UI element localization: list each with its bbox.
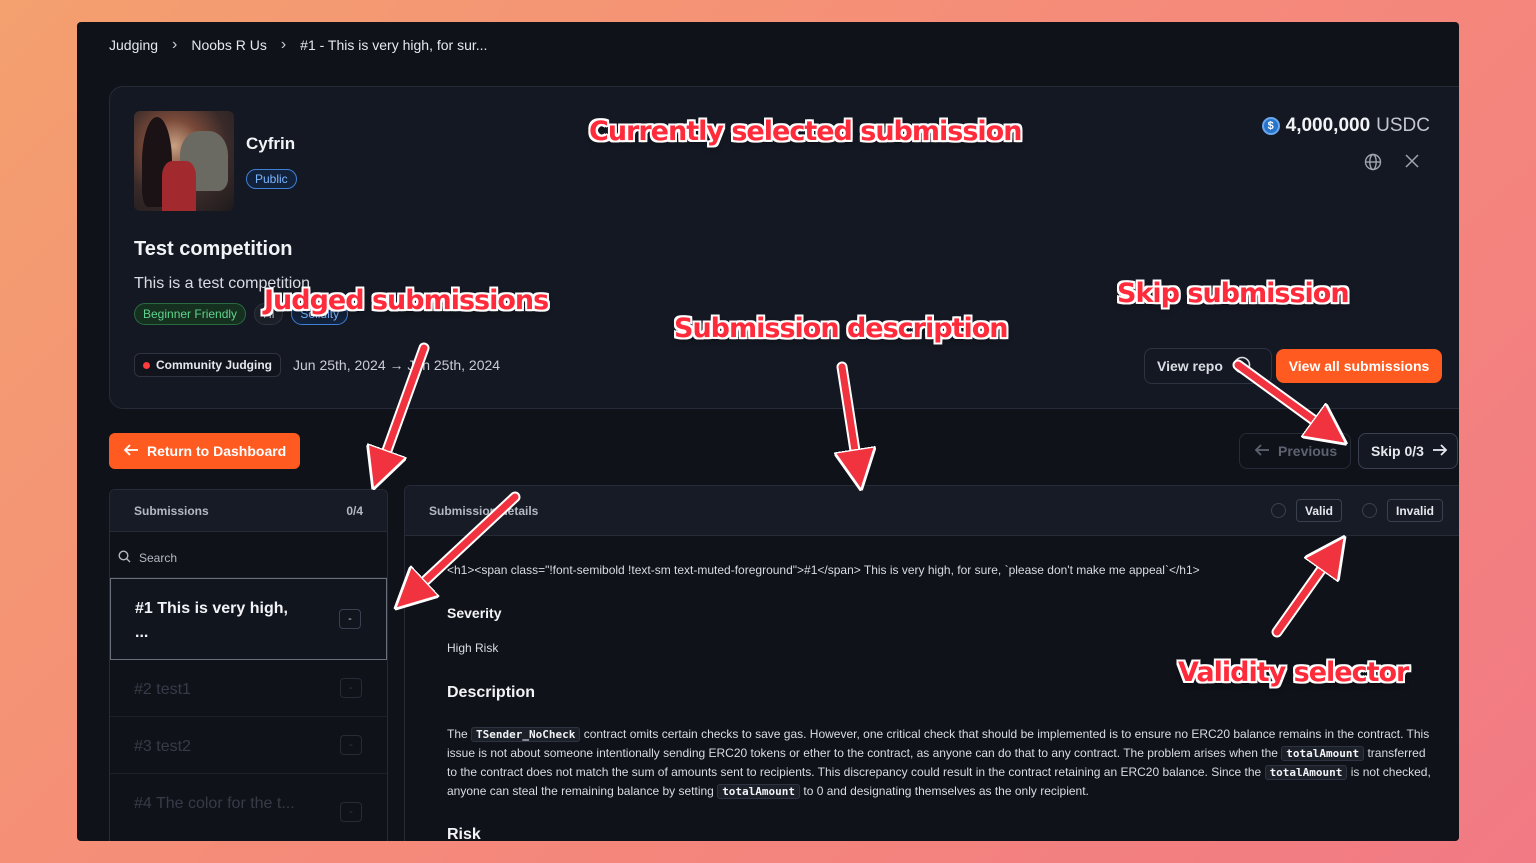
submission-title: #4 The color for the t...	[134, 795, 295, 812]
submission-status: -	[339, 609, 361, 629]
org-avatar	[134, 111, 234, 211]
judging-info: Community Judging Jun 25th, 2024 → Jun 2…	[134, 353, 500, 377]
code-snippet: TSender_NoCheck	[471, 727, 581, 742]
return-label: Return to Dashboard	[147, 443, 287, 459]
visibility-badge: Public	[246, 169, 297, 189]
chevron-right-icon: ›	[280, 36, 287, 53]
description-heading: Description	[447, 684, 536, 701]
arrow-right-icon	[1432, 443, 1448, 460]
submissions-title: Submissions	[134, 503, 209, 518]
submissions-header: Submissions 0/4	[110, 490, 387, 532]
previous-label: Previous	[1278, 443, 1338, 459]
submission-status: -	[340, 735, 362, 755]
usdc-icon: $	[1261, 117, 1280, 135]
breadcrumb-submission: #1 - This is very high, for sur...	[300, 37, 488, 53]
invalid-radio[interactable]	[1362, 503, 1377, 518]
prize-pool: $ 4,000,000 USDC	[1261, 115, 1430, 137]
view-all-submissions-button[interactable]: View all submissions	[1276, 349, 1442, 383]
submissions-sidebar: Submissions 0/4 Search #1 This is very h…	[109, 489, 388, 841]
annotation-validity: Validity selector	[1178, 657, 1409, 688]
prize-amount: 4,000,000	[1285, 115, 1371, 136]
previous-button[interactable]: Previous	[1239, 433, 1351, 469]
competition-dates: Jun 25th, 2024 → Jun 25th, 2024	[293, 357, 501, 373]
breadcrumb: Judging › Noobs R Us › #1 - This is very…	[109, 36, 487, 54]
search-icon	[118, 549, 131, 566]
submission-status: -	[340, 678, 362, 698]
tag-beginner: Beginner Friendly	[134, 303, 247, 325]
description-body: The TSender_NoCheck contract omits certa…	[447, 727, 1431, 799]
status-dot-icon	[143, 361, 150, 369]
search-input[interactable]: Search	[110, 538, 387, 578]
chevron-right-icon: ›	[172, 36, 178, 53]
submission-title: #3 test2	[134, 738, 191, 755]
submission-item-2[interactable]: #2 test1 -	[110, 660, 387, 717]
submission-item-3[interactable]: #3 test2 -	[110, 717, 387, 774]
annotation-skip: Skip submission	[1117, 278, 1350, 309]
submission-item-1[interactable]: #1 This is very high, ... -	[110, 578, 387, 660]
submission-status: -	[340, 802, 362, 822]
breadcrumb-judging[interactable]: Judging	[109, 37, 158, 53]
social-links	[1364, 153, 1420, 176]
competition-title: Test competition	[134, 238, 293, 260]
x-twitter-icon[interactable]	[1404, 153, 1420, 176]
invalid-button[interactable]: Invalid	[1387, 499, 1444, 522]
org-name[interactable]: Cyfrin	[246, 134, 295, 154]
skip-label: Skip 0/3	[1371, 443, 1424, 459]
arrow-left-icon	[1254, 443, 1270, 460]
details-header: Submission details Valid Invalid	[405, 486, 1459, 536]
valid-button[interactable]: Valid	[1296, 499, 1343, 522]
annotation-judged: Judged submissions	[264, 285, 549, 316]
view-repo-label: View repo	[1157, 358, 1223, 374]
submission-item-4[interactable]: #4 The color for the t... -	[110, 774, 387, 841]
code-snippet: totalAmount	[717, 784, 801, 799]
arrow-left-icon	[123, 443, 139, 460]
judging-label: Community Judging	[156, 358, 272, 372]
annotation-description: Submission description	[674, 313, 1008, 344]
code-snippet: totalAmount	[1281, 746, 1365, 761]
prize-currency: USDC	[1376, 115, 1430, 136]
view-repo-button[interactable]: View repo	[1144, 348, 1272, 384]
valid-radio[interactable]	[1271, 503, 1286, 518]
submission-heading-raw: <h1><span class="!font-semibold !text-sm…	[447, 563, 1200, 577]
submission-title: #2 test1	[134, 681, 191, 698]
globe-icon[interactable]	[1364, 153, 1382, 176]
risk-heading: Risk	[447, 826, 481, 841]
github-icon	[1233, 356, 1251, 377]
annotation-selected: Currently selected submission	[589, 116, 1022, 147]
judging-badge: Community Judging	[134, 353, 281, 377]
breadcrumb-contest[interactable]: Noobs R Us	[191, 37, 266, 53]
submission-title: #1 This is very high, ...	[135, 600, 288, 641]
return-to-dashboard-button[interactable]: Return to Dashboard	[109, 433, 300, 469]
search-placeholder: Search	[139, 550, 178, 565]
severity-value: High Risk	[447, 641, 499, 655]
details-title: Submission details	[429, 503, 539, 518]
skip-button[interactable]: Skip 0/3	[1358, 433, 1458, 469]
severity-heading: Severity	[447, 605, 502, 621]
submissions-count: 0/4	[346, 503, 363, 518]
code-snippet: totalAmount	[1264, 765, 1348, 780]
